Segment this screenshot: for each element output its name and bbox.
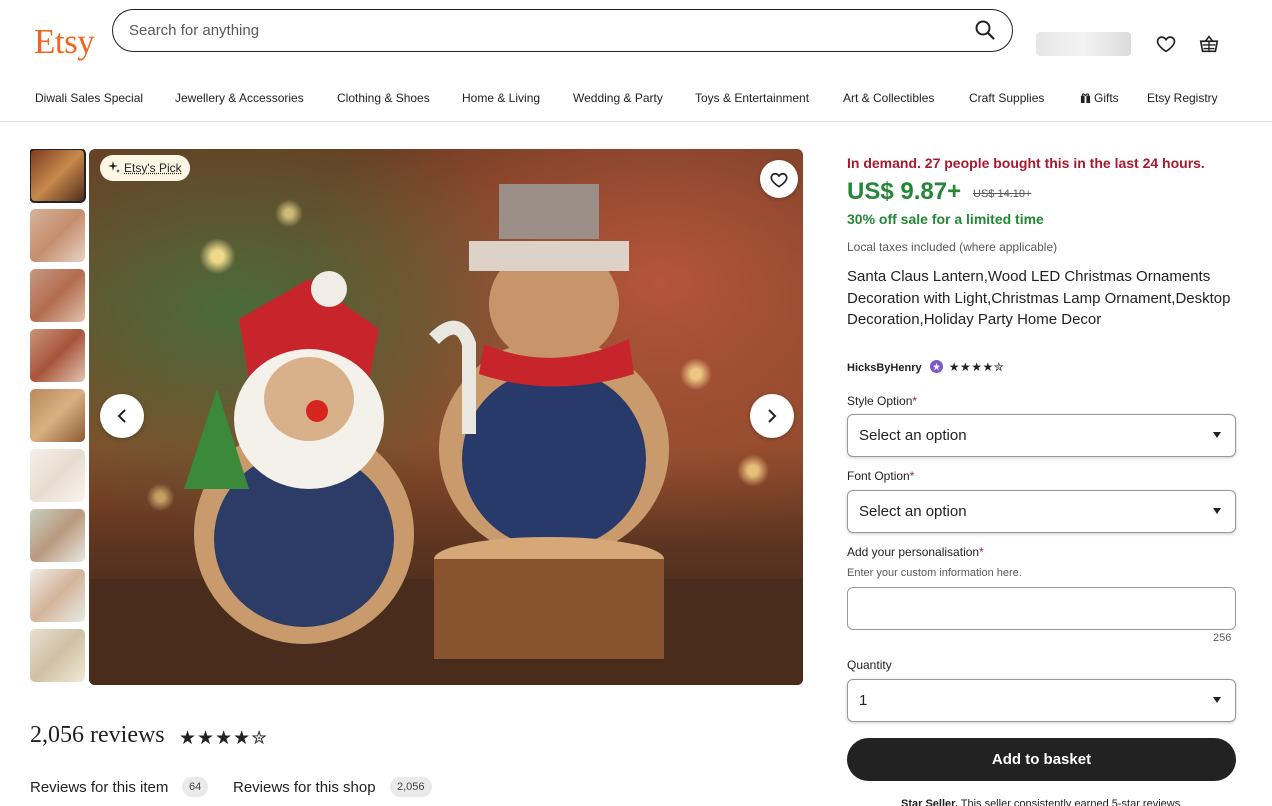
nav-diwali[interactable]: Diwali Sales Special bbox=[35, 91, 143, 105]
etsy-logo[interactable]: Etsy bbox=[34, 22, 94, 62]
caret-down-icon bbox=[1213, 508, 1221, 514]
tax-notice: Local taxes included (where applicable) bbox=[847, 240, 1057, 254]
listing-title: Santa Claus Lantern,Wood LED Christmas O… bbox=[847, 266, 1232, 331]
quantity-select[interactable]: 1 bbox=[847, 679, 1236, 722]
next-image-button[interactable] bbox=[750, 394, 794, 438]
heart-icon bbox=[769, 170, 789, 190]
thumbnail[interactable] bbox=[30, 209, 85, 262]
font-option-select[interactable]: Select an option bbox=[847, 490, 1236, 533]
star-seller-title[interactable]: Star Seller. bbox=[901, 798, 958, 806]
nav-home-living[interactable]: Home & Living bbox=[462, 91, 540, 105]
chevron-right-icon bbox=[764, 408, 780, 424]
nav-toys[interactable]: Toys & Entertainment bbox=[695, 91, 809, 105]
search-input[interactable] bbox=[129, 18, 949, 43]
product-image: Etsy's Pick bbox=[89, 149, 803, 685]
shop-name[interactable]: HicksByHenry bbox=[847, 362, 922, 374]
reviews-count: 2,056 reviews bbox=[30, 722, 165, 749]
style-option-value: Select an option bbox=[859, 427, 967, 444]
favorite-button[interactable] bbox=[760, 160, 798, 198]
account-area[interactable] bbox=[1036, 32, 1131, 56]
caret-down-icon bbox=[1213, 432, 1221, 438]
star-seller-text: This seller consistently earned 5-star r… bbox=[958, 798, 1180, 806]
shop-info: HicksByHenry ★★★★✮ bbox=[847, 360, 1004, 374]
thumbnail[interactable] bbox=[30, 449, 85, 502]
chevron-left-icon bbox=[114, 408, 130, 424]
style-option-label: Style Option* bbox=[847, 394, 917, 408]
nav-art[interactable]: Art & Collectibles bbox=[843, 91, 934, 105]
search-icon[interactable] bbox=[974, 19, 996, 41]
caret-down-icon bbox=[1213, 697, 1221, 703]
demand-notice: In demand. 27 people bought this in the … bbox=[847, 155, 1205, 171]
thumbnail[interactable] bbox=[30, 389, 85, 442]
font-option-value: Select an option bbox=[859, 503, 967, 520]
category-nav: Diwali Sales Special Jewellery & Accesso… bbox=[0, 80, 1272, 122]
price: US$ 9.87+ bbox=[847, 178, 961, 206]
thumbnail[interactable] bbox=[30, 569, 85, 622]
search-bar bbox=[112, 9, 1013, 52]
personalisation-hint: Enter your custom information here. bbox=[847, 567, 1022, 579]
gift-icon bbox=[1080, 92, 1091, 103]
star-seller-note: Star Seller. This seller consistently ea… bbox=[901, 798, 1180, 806]
basket-icon[interactable] bbox=[1198, 33, 1220, 55]
tab-reviews-item[interactable]: Reviews for this item bbox=[30, 779, 168, 796]
thumbnail[interactable] bbox=[30, 329, 85, 382]
heart-icon[interactable] bbox=[1155, 33, 1177, 55]
personalisation-input[interactable] bbox=[847, 587, 1236, 630]
etsys-pick-label: Etsy's Pick bbox=[124, 161, 182, 175]
thumbnail-strip bbox=[30, 149, 86, 684]
nav-gifts[interactable]: Gifts bbox=[1080, 91, 1119, 105]
required-mark: * bbox=[910, 469, 915, 483]
thumbnail[interactable] bbox=[30, 149, 85, 202]
personalisation-label: Add your personalisation* bbox=[847, 545, 984, 559]
style-option-label-text: Style Option bbox=[847, 394, 912, 408]
etsys-pick-badge[interactable]: Etsy's Pick bbox=[100, 155, 190, 181]
star-seller-icon bbox=[930, 360, 943, 373]
tab-reviews-shop-count: 2,056 bbox=[390, 777, 432, 797]
nav-registry[interactable]: Etsy Registry bbox=[1147, 91, 1218, 105]
thumbnail[interactable] bbox=[30, 509, 85, 562]
style-option-select[interactable]: Select an option bbox=[847, 414, 1236, 457]
character-limit: 256 bbox=[1213, 632, 1231, 644]
required-mark: * bbox=[979, 545, 984, 559]
nav-gifts-label: Gifts bbox=[1094, 91, 1119, 105]
prev-image-button[interactable] bbox=[100, 394, 144, 438]
add-to-basket-button[interactable]: Add to basket bbox=[847, 738, 1236, 781]
personalisation-label-text: Add your personalisation bbox=[847, 545, 979, 559]
font-option-label-text: Font Option bbox=[847, 469, 910, 483]
nav-wedding[interactable]: Wedding & Party bbox=[573, 91, 663, 105]
site-header: Etsy bbox=[0, 0, 1272, 80]
required-mark: * bbox=[912, 394, 917, 408]
tab-reviews-shop[interactable]: Reviews for this shop bbox=[233, 779, 376, 796]
product-illustration bbox=[89, 149, 803, 685]
sale-notice: 30% off sale for a limited time bbox=[847, 211, 1044, 227]
quantity-label: Quantity bbox=[847, 658, 892, 672]
tab-reviews-item-count: 64 bbox=[182, 777, 208, 797]
thumbnail[interactable] bbox=[30, 629, 85, 682]
nav-craft[interactable]: Craft Supplies bbox=[969, 91, 1044, 105]
reviews-stars: ★★★★✮ bbox=[179, 727, 268, 750]
thumbnail[interactable] bbox=[30, 269, 85, 322]
sparkle-icon bbox=[108, 161, 120, 173]
quantity-value: 1 bbox=[859, 692, 867, 709]
shop-stars: ★★★★✮ bbox=[949, 360, 1005, 374]
nav-jewellery[interactable]: Jewellery & Accessories bbox=[175, 91, 304, 105]
font-option-label: Font Option* bbox=[847, 469, 914, 483]
nav-clothing[interactable]: Clothing & Shoes bbox=[337, 91, 430, 105]
original-price: US$ 14.10+ bbox=[973, 188, 1031, 200]
